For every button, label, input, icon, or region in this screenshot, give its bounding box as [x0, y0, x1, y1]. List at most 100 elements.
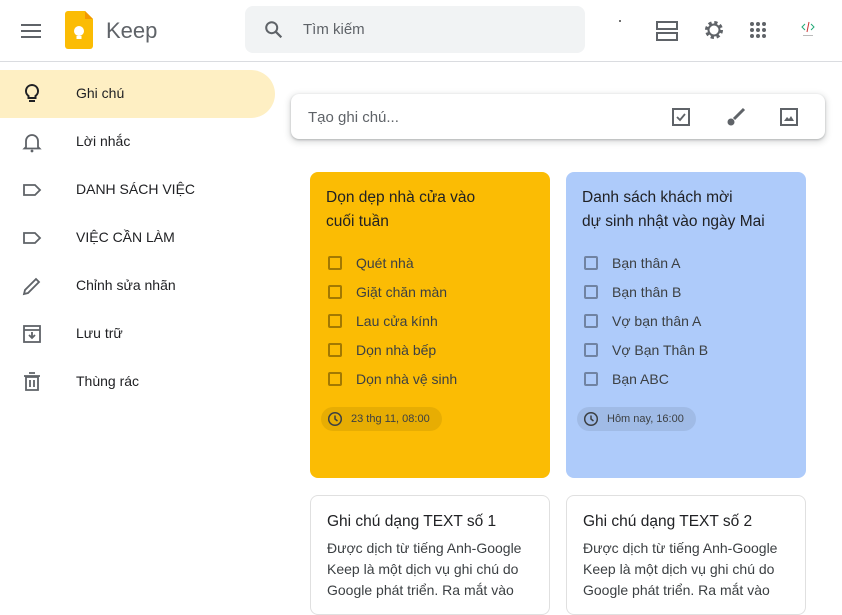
checkbox[interactable]: [584, 371, 598, 386]
label-icon: [20, 226, 44, 250]
note-card[interactable]: Ghi chú dạng TEXT số 1 Được dịch từ tiếng…: [310, 495, 550, 615]
list-view-icon: [656, 21, 678, 41]
checkbox[interactable]: [584, 255, 598, 270]
checklist-item: Quét nhà: [326, 248, 534, 277]
checklist-item-text: Bạn thân B: [612, 283, 682, 300]
checklist-item-text: Vợ bạn thân A: [612, 312, 702, 329]
checkbox[interactable]: [328, 313, 342, 328]
checkbox[interactable]: [328, 342, 342, 357]
note-card[interactable]: Danh sách khách mời dự sinh nhật vào ngày…: [566, 172, 806, 478]
note-title-line: cuối tuần: [326, 213, 389, 230]
reminder-chip[interactable]: 23 thg 11, 08:00: [321, 407, 442, 431]
sidebar-item-label: Chỉnh sửa nhãn: [76, 277, 176, 293]
sidebar-item-label: DANH SÁCH VIỆC: [76, 181, 196, 197]
bell-icon: [20, 130, 44, 154]
sidebar-item-5[interactable]: Lưu trữ: [0, 310, 275, 358]
note-body-line: Được dịch từ tiếng Anh-Google: [583, 540, 778, 556]
note-title-line: dự sinh nhật vào ngày Mai: [582, 213, 765, 230]
sidebar-item-6[interactable]: Thùng rác: [0, 358, 275, 406]
menu-icon: [21, 24, 41, 38]
checkbox[interactable]: [328, 284, 342, 299]
reminder-chip[interactable]: Hôm nay, 16:00: [577, 407, 696, 431]
note-body-line: Được dịch từ tiếng Anh-Google: [327, 540, 522, 556]
new-list-button[interactable]: [664, 104, 698, 130]
checkbox[interactable]: [584, 313, 598, 328]
new-image-button[interactable]: [772, 104, 806, 130]
checkbox[interactable]: [328, 255, 342, 270]
reminder-text: Hôm nay, 16:00: [607, 413, 684, 425]
sidebar-item-1[interactable]: Lời nhắc: [0, 118, 275, 166]
clock-icon: [327, 411, 343, 427]
create-note-placeholder: Tạo ghi chú...: [308, 109, 399, 126]
reminder-text: 23 thg 11, 08:00: [351, 413, 430, 425]
clock-icon: [583, 411, 599, 427]
note-body-line: Keep là một dịch vụ ghi chú do: [327, 561, 519, 577]
checklist-item: Dọn nhà vệ sinh: [326, 364, 534, 393]
trash-icon: [20, 370, 44, 394]
note-title: Danh sách khách mời dự sinh nhật vào ngày…: [582, 186, 790, 234]
checklist-item-text: Dọn nhà vệ sinh: [356, 370, 458, 387]
header: Keep Tìm kiếm: [0, 0, 842, 62]
main-menu-button[interactable]: [14, 15, 48, 47]
gear-icon: [705, 21, 723, 39]
note-body-line: Keep là một dịch vụ ghi chú do: [583, 561, 775, 577]
search-icon: [265, 21, 283, 39]
brush-icon: [727, 107, 746, 126]
checklist-item: Dọn nhà bếp: [326, 335, 534, 364]
sidebar-item-label: Ghi chú: [76, 85, 125, 101]
sidebar-item-0[interactable]: Ghi chú: [0, 70, 275, 118]
checklist-item: Giặt chăn màn: [326, 277, 534, 306]
checkbox[interactable]: [584, 342, 598, 357]
note-body-line: Google phát triển. Ra mắt vào: [583, 582, 770, 598]
checkbox-icon: [672, 108, 690, 126]
list-view-button[interactable]: [650, 14, 684, 48]
checklist-item: Vợ bạn thân A: [582, 306, 790, 335]
loading-dot: [619, 20, 621, 22]
note-body-line: Google phát triển. Ra mắt vào: [327, 582, 514, 598]
sidebar-item-label: Lời nhắc: [76, 133, 131, 149]
apps-grid-icon: [750, 22, 766, 38]
sidebar-item-label: Thùng rác: [76, 373, 140, 389]
checklist-item: Vợ Bạn Thân B: [582, 335, 790, 364]
note-title: Ghi chú dạng TEXT số 2: [583, 513, 753, 530]
sidebar-item-label: VIỆC CẦN LÀM: [76, 229, 175, 245]
checklist-item: Lau cửa kính: [326, 306, 534, 335]
search-placeholder: Tìm kiếm: [303, 21, 365, 38]
checklist-item: Bạn thân B: [582, 277, 790, 306]
checkbox[interactable]: [584, 284, 598, 299]
checklist-item: Bạn thân A: [582, 248, 790, 277]
checkbox[interactable]: [328, 371, 342, 386]
checklist-item: Bạn ABC: [582, 364, 790, 393]
note-title-line: Dọn dẹp nhà cửa vào: [326, 189, 476, 206]
account-avatar[interactable]: [792, 14, 824, 46]
checklist-item-text: Lau cửa kính: [356, 312, 438, 329]
create-note-bar[interactable]: Tạo ghi chú...: [291, 94, 825, 139]
note-title: Dọn dẹp nhà cửa vào cuối tuần: [326, 186, 534, 234]
search-input[interactable]: Tìm kiếm: [245, 6, 585, 53]
settings-button[interactable]: [697, 13, 731, 47]
sidebar-item-2[interactable]: DANH SÁCH VIỆC: [0, 166, 275, 214]
lightbulb-icon: [20, 82, 44, 106]
sidebar-item-3[interactable]: VIỆC CẦN LÀM: [0, 214, 275, 262]
note-card[interactable]: Ghi chú dạng TEXT số 2 Được dịch từ tiếng…: [566, 495, 806, 615]
new-drawing-button[interactable]: [719, 104, 753, 130]
pencil-icon: [20, 274, 44, 298]
note-title: Ghi chú dạng TEXT số 1: [327, 513, 497, 530]
keep-logo-icon: [65, 11, 93, 54]
checklist-item-text: Quét nhà: [356, 254, 414, 271]
app-name: Keep: [106, 18, 158, 43]
apps-button[interactable]: [741, 13, 775, 47]
sidebar-item-4[interactable]: Chỉnh sửa nhãn: [0, 262, 275, 310]
note-title-line: Danh sách khách mời: [582, 189, 733, 206]
checklist-item-text: Bạn ABC: [612, 370, 669, 387]
checklist-item-text: Dọn nhà bếp: [356, 341, 437, 358]
checklist-item-text: Giặt chăn màn: [356, 283, 448, 300]
note-card[interactable]: Dọn dẹp nhà cửa vào cuối tuần Quét nhà Giặt…: [310, 172, 550, 478]
checklist-item-text: Vợ Bạn Thân B: [612, 341, 709, 358]
sidebar-item-label: Lưu trữ: [76, 325, 123, 341]
archive-icon: [20, 322, 44, 346]
image-icon: [780, 108, 798, 126]
code-logo-icon: [801, 21, 815, 36]
label-icon: [20, 178, 44, 202]
checklist-item-text: Bạn thân A: [612, 254, 681, 271]
